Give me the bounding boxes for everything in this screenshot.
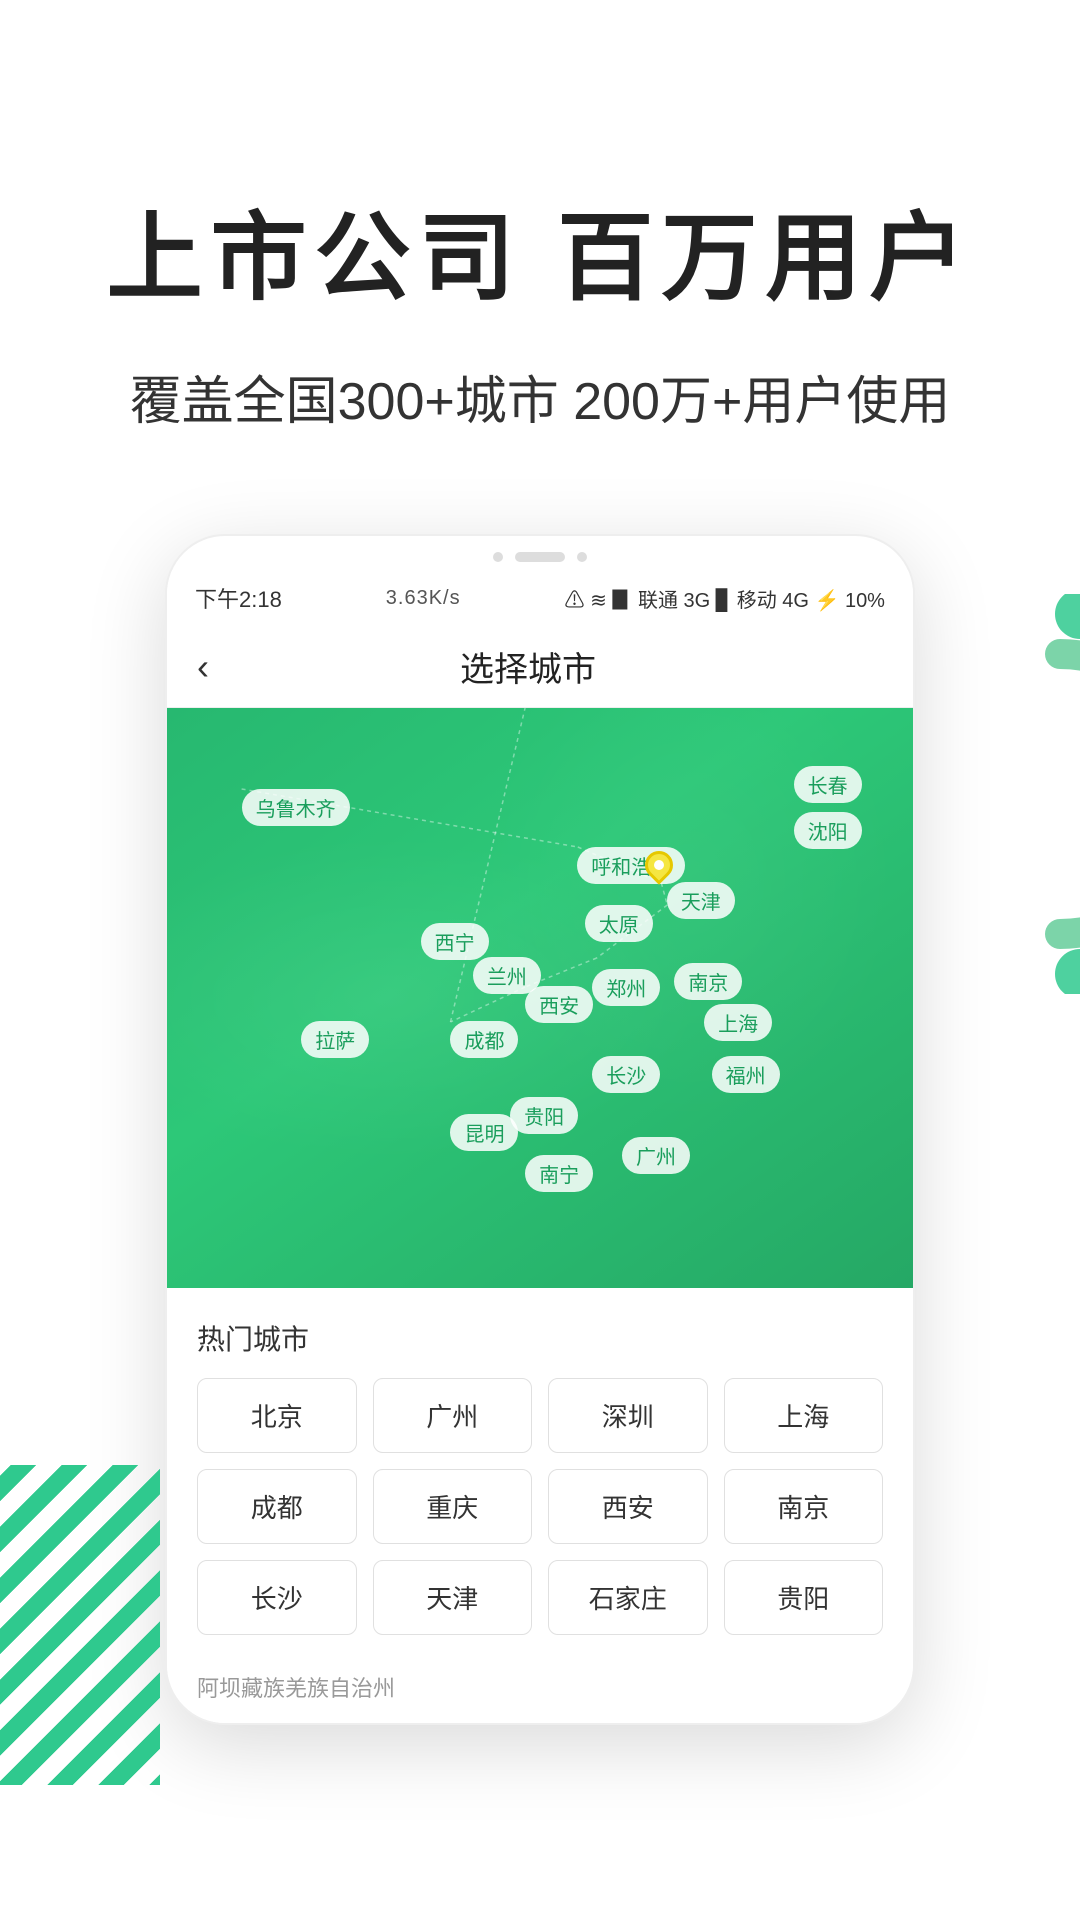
status-bar: 下午2:18 3.63K/s ⚠ ≋ ▊ 联通 3G ▊ 移动 4G ⚡ 10%: [167, 570, 913, 626]
dot-1: [493, 552, 503, 562]
map-city-label[interactable]: 昆明: [450, 1114, 518, 1151]
city-button[interactable]: 深圳: [548, 1378, 708, 1453]
status-carrier: ⚠ ≋ ▊ 联通 3G ▊ 移动 4G ⚡ 10%: [565, 584, 885, 613]
dot-mic: [515, 552, 565, 562]
hero-section: 上市公司 百万用户 覆盖全国300+城市 200万+用户使用: [0, 0, 1080, 494]
city-button[interactable]: 重庆: [373, 1469, 533, 1544]
carrier-info: ⚠ ≋ ▊ 联通 3G ▊ 移动 4G ⚡ 10%: [565, 590, 885, 612]
city-button[interactable]: 天津: [373, 1560, 533, 1635]
map-city-label[interactable]: 天津: [667, 882, 735, 919]
city-button[interactable]: 贵阳: [724, 1560, 884, 1635]
map-city-label[interactable]: 长沙: [592, 1056, 660, 1093]
map-city-label[interactable]: 长春: [794, 766, 862, 803]
status-speed: 3.63K/s: [386, 587, 461, 610]
phone-notch: [167, 536, 913, 570]
city-button[interactable]: 北京: [197, 1378, 357, 1453]
map-city-label[interactable]: 上海: [704, 1004, 772, 1041]
city-note: 阿坝藏族羌族自治州: [167, 1655, 913, 1723]
stripes-decoration: [0, 1465, 160, 1785]
city-button[interactable]: 石家庄: [548, 1560, 708, 1635]
map-city-label[interactable]: 成都: [450, 1021, 518, 1058]
hot-cities-title: 热门城市: [197, 1318, 883, 1358]
phone-mockup-section: 下午2:18 3.63K/s ⚠ ≋ ▊ 联通 3G ▊ 移动 4G ⚡ 10%…: [0, 534, 1080, 1725]
map-city-label[interactable]: 郑州: [592, 969, 660, 1006]
dot-2: [577, 552, 587, 562]
map-city-label[interactable]: 福州: [712, 1056, 780, 1093]
map-city-label[interactable]: 兰州: [473, 957, 541, 994]
city-button[interactable]: 长沙: [197, 1560, 357, 1635]
map-city-label[interactable]: 广州: [622, 1137, 690, 1174]
main-title: 上市公司 百万用户: [80, 180, 1000, 319]
map-city-label[interactable]: 西宁: [421, 923, 489, 960]
sub-title: 覆盖全国300+城市 200万+用户使用: [80, 359, 1000, 434]
map-city-label[interactable]: 南京: [674, 963, 742, 1000]
city-button[interactable]: 成都: [197, 1469, 357, 1544]
page-title: 选择城市: [229, 642, 827, 691]
status-time: 下午2:18: [195, 582, 282, 614]
city-grid: 北京广州深圳上海成都重庆西安南京长沙天津石家庄贵阳: [197, 1378, 883, 1635]
map-city-label[interactable]: 沈阳: [794, 812, 862, 849]
map-city-label[interactable]: 拉萨: [301, 1021, 369, 1058]
map-city-label[interactable]: 西安: [525, 986, 593, 1023]
arc-decoration: [900, 594, 1080, 994]
city-button[interactable]: 西安: [548, 1469, 708, 1544]
map-city-label[interactable]: 乌鲁木齐: [242, 789, 350, 826]
map-city-label[interactable]: 太原: [585, 905, 653, 942]
phone-frame: 下午2:18 3.63K/s ⚠ ≋ ▊ 联通 3G ▊ 移动 4G ⚡ 10%…: [165, 534, 915, 1725]
hot-cities-section: 热门城市 北京广州深圳上海成都重庆西安南京长沙天津石家庄贵阳: [167, 1288, 913, 1655]
map-city-label[interactable]: 贵阳: [510, 1097, 578, 1134]
city-button[interactable]: 广州: [373, 1378, 533, 1453]
map-city-label[interactable]: 南宁: [525, 1155, 593, 1192]
back-button[interactable]: ‹: [197, 646, 209, 688]
city-map[interactable]: 乌鲁木齐长春沈阳呼和浩特天津太原西宁兰州西安郑州南京上海拉萨成都长沙福州贵阳昆明…: [167, 708, 913, 1288]
city-button[interactable]: 上海: [724, 1378, 884, 1453]
city-button[interactable]: 南京: [724, 1469, 884, 1544]
app-header: ‹ 选择城市: [167, 626, 913, 708]
